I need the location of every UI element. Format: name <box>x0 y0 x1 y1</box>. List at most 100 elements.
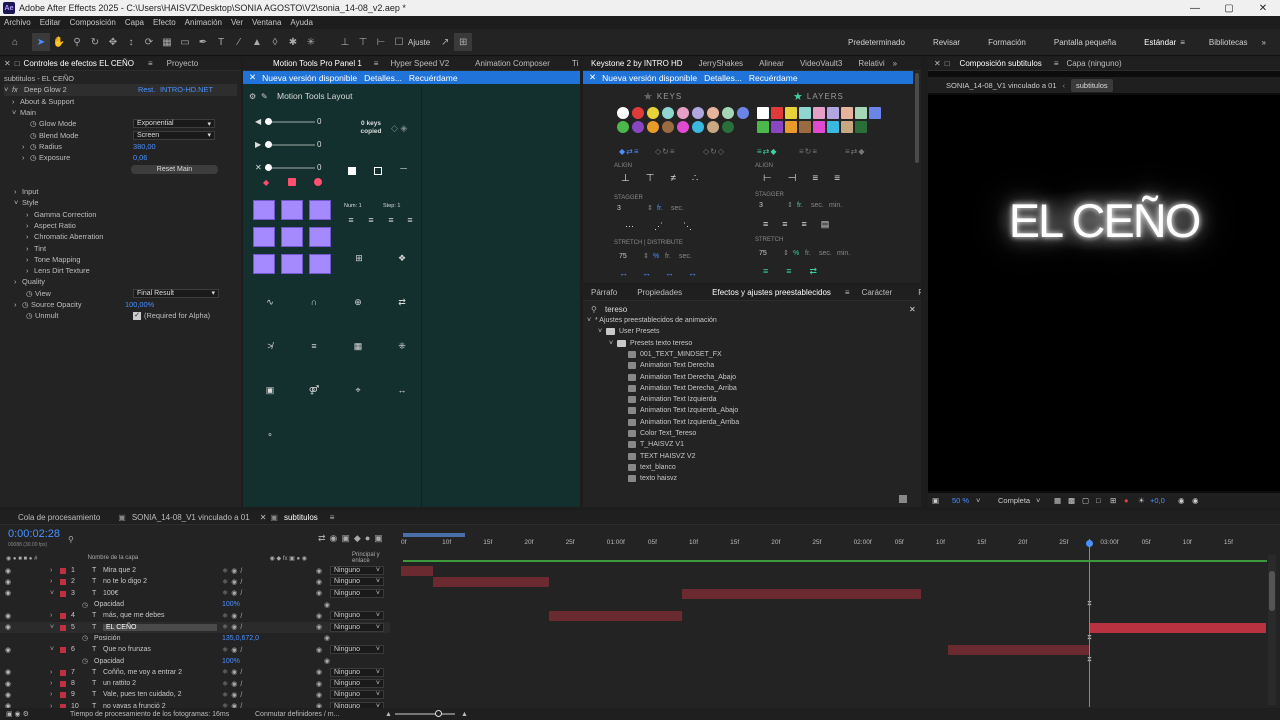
tab-rast[interactable]: Rast <box>900 288 921 297</box>
unit-fr[interactable]: fr. <box>657 205 671 212</box>
unit-fr[interactable]: fr. <box>797 202 811 209</box>
slider-track[interactable] <box>265 167 315 169</box>
hand-tool-icon[interactable]: ✋ <box>50 33 68 51</box>
group-quality[interactable]: › Quality <box>4 276 237 287</box>
workspace-predeterminado[interactable]: Predeterminado <box>834 38 919 47</box>
anchor-bottom-left-button[interactable] <box>253 254 275 274</box>
expand-icon[interactable]: › <box>50 691 52 698</box>
panel-menu-icon[interactable]: ≡ <box>1050 59 1063 68</box>
layer-select-row-icon[interactable]: ≡⇄◆ <box>757 147 778 156</box>
slider-track[interactable] <box>265 121 315 123</box>
group-style[interactable]: ˅ Style <box>4 197 237 208</box>
tab-effect-controls[interactable]: Controles de efectos EL CEÑO <box>22 59 142 68</box>
stopwatch-icon[interactable]: ◷ <box>26 311 35 320</box>
anchor-middle-left-button[interactable] <box>253 227 275 247</box>
eye-icon[interactable]: ◉ <box>5 589 11 597</box>
label-color-swatch[interactable] <box>60 624 66 631</box>
anchor-top-right-button[interactable] <box>309 200 331 220</box>
keystone-scrollbar[interactable] <box>915 73 919 163</box>
layer-duration-bar[interactable] <box>1090 622 1266 633</box>
pickwhip-icon[interactable]: ◉ <box>324 601 330 609</box>
banner-remind-link[interactable]: Recuérdame <box>409 73 465 83</box>
layer-duration-bar[interactable] <box>401 566 433 576</box>
timeline-scroll-thumb[interactable] <box>1269 571 1275 611</box>
label-color-swatch[interactable] <box>60 692 66 699</box>
workspace-formacion[interactable]: Formación <box>974 38 1040 47</box>
reset-link[interactable]: Rest. <box>138 85 160 94</box>
layer-swatch-cyan[interactable] <box>827 121 839 133</box>
stopwatch-icon[interactable]: ◷ <box>82 634 88 642</box>
label-color-swatch[interactable] <box>60 681 66 687</box>
tab-parrafo[interactable]: Párrafo <box>583 288 625 297</box>
eye-icon[interactable]: ◉ <box>5 691 11 699</box>
preset-item[interactable]: Animation Text Izquierda <box>620 396 717 404</box>
eye-icon[interactable]: ◉ <box>5 668 11 676</box>
key-select-row-icon-3[interactable]: ◇↻◇ <box>703 147 725 156</box>
group-input[interactable]: › Input <box>4 186 237 197</box>
chevron-right-icon[interactable]: › <box>26 244 34 253</box>
expand-icon[interactable]: › <box>50 612 52 619</box>
layer-name[interactable]: más, que me debes <box>103 612 164 619</box>
slider-knob[interactable] <box>265 164 272 171</box>
stopwatch-icon[interactable]: ◷ <box>82 601 88 609</box>
precompose-icon[interactable]: ▣ <box>262 385 278 399</box>
blend-mode-dropdown[interactable]: Screen ▾ <box>133 130 215 140</box>
pickwhip-icon[interactable]: ◉ <box>324 657 330 665</box>
layer-duration-bar[interactable] <box>948 645 1090 656</box>
clear-search-icon[interactable]: ✕ <box>909 305 919 314</box>
work-area-bar[interactable] <box>403 533 465 537</box>
layer-name[interactable]: Que no frunzas <box>103 646 151 653</box>
anchor-bottom-center-button[interactable] <box>281 254 303 274</box>
preset-item[interactable]: TEXT HAISVZ V2 <box>620 452 696 460</box>
unit-percent[interactable]: % <box>793 250 805 257</box>
expand-icon[interactable]: › <box>50 680 52 687</box>
stopwatch-icon[interactable]: ◷ <box>22 300 31 309</box>
menu-ventana[interactable]: Ventana <box>248 18 286 27</box>
rotate-tool-icon[interactable]: ⟳ <box>140 33 158 51</box>
stopwatch-icon[interactable]: ◷ <box>30 131 39 140</box>
slider-knob[interactable] <box>265 141 272 148</box>
stagger-value[interactable]: 3 <box>759 202 787 209</box>
preset-folder[interactable]: ˅ User Presets <box>598 328 659 336</box>
workspace-estandar[interactable]: Estándar <box>1130 38 1180 47</box>
unit-min[interactable]: min. <box>837 250 850 257</box>
property-row[interactable]: ◷ Posición 135,0,672,0 ◉ <box>0 633 390 644</box>
exposure-value[interactable]: +0,0 <box>1150 496 1178 505</box>
tab-sonia[interactable]: SONIA_14-08_V1 vinculado a 01 <box>126 513 258 522</box>
stepper-icon[interactable]: ⇕ <box>787 201 797 209</box>
presets-search-input[interactable]: tereso <box>605 305 909 314</box>
effect-row[interactable]: › About & Support <box>4 96 237 107</box>
effect-row[interactable]: ˅ Main <box>4 107 237 118</box>
layer-swatch-lavender[interactable] <box>827 107 839 119</box>
panel-menu-icon[interactable]: ≡ <box>142 59 159 68</box>
key-swatch-sea[interactable] <box>722 107 734 119</box>
preset-item[interactable]: Color Text_Tereso <box>620 430 696 437</box>
breadcrumb-current[interactable]: subtitulos <box>1071 78 1113 92</box>
rectangle-tool-icon[interactable]: ▭ <box>176 33 194 51</box>
tab-subtitulos[interactable]: subtitulos <box>280 513 326 522</box>
unit-fr[interactable]: fr. <box>805 250 819 257</box>
split-layer-icon[interactable]: ≯ <box>262 341 278 355</box>
close-icon[interactable]: ✕ <box>1246 3 1280 14</box>
stepper-icon[interactable]: ⇕ <box>643 252 653 260</box>
key-swatch-lavender[interactable] <box>692 107 704 119</box>
chevron-right-icon[interactable]: › <box>22 142 30 151</box>
panel-menu-icon[interactable]: ≡ <box>839 288 856 297</box>
region-icon[interactable]: ▦ <box>1054 496 1068 505</box>
tab-capa[interactable]: Capa (ninguno) <box>1062 59 1129 68</box>
parent-dropdown[interactable]: Ninguno ˅ <box>330 588 384 598</box>
tab-relativi[interactable]: Relativi <box>850 59 892 68</box>
parent-icon[interactable]: ⚤ <box>306 385 322 399</box>
search-icon[interactable]: ⚲ <box>68 535 74 544</box>
anchor-top-left-button[interactable] <box>253 200 275 220</box>
tab-proyecto[interactable]: Proyecto <box>159 59 207 68</box>
unit-sec[interactable]: sec. <box>811 202 829 209</box>
tab-jerryshakes[interactable]: JerryShakes <box>691 59 751 68</box>
switch-icons[interactable]: ⚛◉/ <box>222 589 245 597</box>
axis-local-icon[interactable]: ⊥ <box>336 33 354 51</box>
menu-efecto[interactable]: Efecto <box>149 18 181 27</box>
snap-checkbox[interactable]: ☐ <box>390 33 408 51</box>
chevron-right-icon[interactable]: › <box>26 266 34 275</box>
close-icon[interactable]: ✕ <box>0 59 13 68</box>
fx-icon[interactable]: fx <box>12 85 24 94</box>
